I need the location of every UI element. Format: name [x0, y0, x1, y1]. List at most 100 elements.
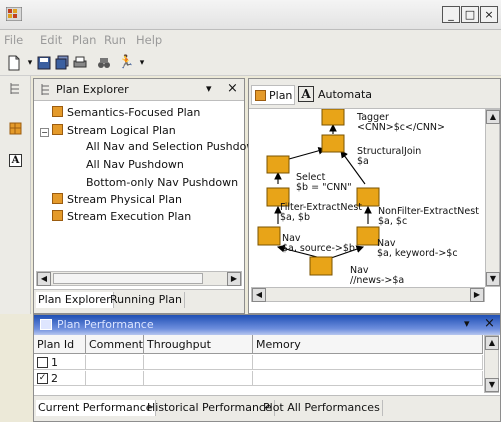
plan-horizontal-scrollbar[interactable]: ◀ ▶ — [251, 287, 485, 302]
performance-tabs: Current Performance Historical Performan… — [34, 395, 500, 421]
plan-view-icon[interactable] — [9, 122, 22, 135]
toolbar: ▾ 🏃 ▾ — [0, 51, 501, 76]
tab-plan-explorer[interactable]: Plan Explorer — [36, 292, 114, 308]
scroll-down-icon[interactable]: ▼ — [486, 272, 500, 286]
close-icon[interactable]: × — [227, 81, 238, 96]
table-row[interactable]: ✓ 2 — [34, 371, 483, 387]
plan-performance-title: Plan Performance — [57, 318, 154, 331]
menu-file[interactable]: File — [4, 33, 23, 47]
tree-item-bottom-nav-pushdown[interactable]: Bottom-only Nav Pushdown — [86, 175, 238, 191]
performance-table-body: 1 ✓ 2 — [34, 355, 483, 387]
menu-run[interactable]: Run — [104, 33, 126, 47]
title-bar: _ □ × — [0, 0, 501, 30]
plan-performance-panel: Plan Performance ▾ × Plan Id Comment Thr… — [33, 314, 501, 422]
memory-cell — [253, 355, 483, 370]
operator-args: $a, $b — [280, 212, 310, 223]
edge-select-sjoin — [288, 147, 327, 160]
tree-item-nav-selection-pushdown[interactable]: All Nav and Selection Pushdown — [86, 139, 262, 155]
tree-item-logical-plan[interactable]: Stream Logical Plan — [52, 123, 176, 139]
minimize-button[interactable]: _ — [442, 6, 460, 23]
nav-right-label: Nav $a, keyword->$c — [377, 239, 458, 259]
nav-bottom-node — [309, 256, 333, 276]
select-label: Select $b = "CNN" — [296, 173, 352, 193]
operator-args: $a, keyword->$c — [377, 248, 458, 259]
binoculars-icon[interactable] — [96, 55, 112, 71]
plan-tabs: Plan A Automata — [249, 79, 500, 109]
menu-plan[interactable]: Plan — [72, 33, 96, 47]
scroll-right-icon[interactable]: ▶ — [470, 288, 484, 302]
performance-vertical-scrollbar[interactable]: ▲ ▼ — [484, 335, 499, 393]
nav-left-label: Nav $a, source->$b — [282, 234, 355, 254]
tree-item-physical-plan[interactable]: Stream Physical Plan — [52, 192, 182, 208]
save-icon[interactable] — [36, 55, 52, 71]
scroll-up-icon[interactable]: ▲ — [486, 110, 500, 124]
tree-item-execution-plan[interactable]: Stream Execution Plan — [52, 209, 191, 225]
operator-args: $b = "CNN" — [296, 182, 352, 193]
filter-extract-label: Filter-ExtractNest $a, $b — [280, 203, 362, 223]
table-icon — [40, 319, 52, 330]
nav-right-node — [356, 226, 380, 246]
column-header-comment[interactable]: Comment — [86, 335, 144, 354]
scroll-left-icon[interactable]: ◀ — [252, 288, 266, 302]
tab-plan[interactable]: Plan — [251, 85, 295, 105]
maximize-button[interactable]: □ — [461, 6, 479, 23]
memory-cell — [253, 371, 483, 386]
explorer-horizontal-scrollbar[interactable]: ◀ ▶ — [36, 271, 242, 286]
tab-automata[interactable]: A Automata — [296, 85, 372, 105]
column-header-throughput[interactable]: Throughput — [144, 335, 253, 354]
structural-join-label: StructuralJoin $a — [357, 147, 421, 167]
print-icon[interactable] — [72, 55, 88, 71]
plan-node-icon — [52, 193, 63, 204]
save-all-icon[interactable] — [54, 55, 70, 71]
perspective-bar: A — [0, 76, 31, 314]
scroll-right-icon[interactable]: ▶ — [227, 272, 241, 286]
comment-cell — [86, 355, 144, 370]
operator-args: $a — [357, 156, 369, 167]
close-button[interactable]: × — [480, 6, 498, 23]
automata-view-icon[interactable]: A — [9, 154, 22, 167]
view-menu-icon[interactable]: ▾ — [464, 317, 470, 330]
plan-tree: Semantics-Focused Plan − Stream Logical … — [34, 101, 262, 271]
view-menu-icon[interactable]: ▾ — [206, 82, 212, 95]
plan-node-icon — [52, 124, 63, 135]
operator-args: $a, $c — [378, 216, 408, 227]
plan-node-icon — [52, 210, 63, 221]
tree-view-icon[interactable] — [9, 82, 22, 95]
tab-historical-performance[interactable]: Historical Performance — [145, 400, 275, 416]
run-icon[interactable]: 🏃 — [118, 55, 134, 71]
nav-left-node — [257, 226, 281, 246]
throughput-cell — [144, 355, 253, 370]
run-dropdown-icon[interactable]: ▾ — [134, 55, 150, 71]
scroll-left-icon[interactable]: ◀ — [37, 272, 51, 286]
new-file-icon[interactable] — [6, 55, 22, 71]
column-header-plan-id[interactable]: Plan Id — [34, 335, 86, 354]
tree-item-nav-pushdown[interactable]: All Nav Pushdown — [86, 157, 184, 173]
row-checkbox[interactable]: ✓ — [37, 373, 48, 384]
column-header-memory[interactable]: Memory — [253, 335, 483, 354]
tree-item-label: Stream Logical Plan — [67, 124, 176, 137]
plan-id-cell: 1 — [34, 355, 86, 370]
tab-current-performance[interactable]: Current Performance — [36, 400, 156, 416]
plan-id-value: 2 — [51, 372, 58, 385]
tree-item-label: Semantics-Focused Plan — [67, 106, 201, 119]
nonfilter-extract-label: NonFilter-ExtractNest $a, $c — [378, 207, 479, 227]
tree-item-label: Stream Execution Plan — [67, 210, 192, 223]
scroll-down-icon[interactable]: ▼ — [485, 378, 499, 392]
collapse-toggle[interactable]: − — [40, 128, 49, 137]
menu-bar: File Edit Plan Run Help — [0, 30, 501, 51]
close-icon[interactable]: × — [484, 316, 495, 331]
tree-item-semantics-plan[interactable]: Semantics-Focused Plan — [52, 105, 200, 121]
scroll-up-icon[interactable]: ▲ — [485, 336, 499, 350]
menu-edit[interactable]: Edit — [40, 33, 62, 47]
operator-args: //news->$a — [350, 275, 405, 286]
automata-icon: A — [298, 86, 314, 102]
menu-help[interactable]: Help — [136, 33, 162, 47]
tab-running-plan[interactable]: Running Plan — [108, 292, 185, 308]
plan-vertical-scrollbar[interactable]: ▲ ▼ — [485, 109, 500, 287]
table-row[interactable]: 1 — [34, 355, 483, 371]
select-node — [266, 155, 290, 174]
scroll-thumb[interactable] — [53, 273, 203, 284]
tree-icon — [41, 84, 49, 95]
tab-plot-all-performances[interactable]: Plot All Performances — [261, 400, 383, 416]
row-checkbox[interactable] — [37, 357, 48, 368]
